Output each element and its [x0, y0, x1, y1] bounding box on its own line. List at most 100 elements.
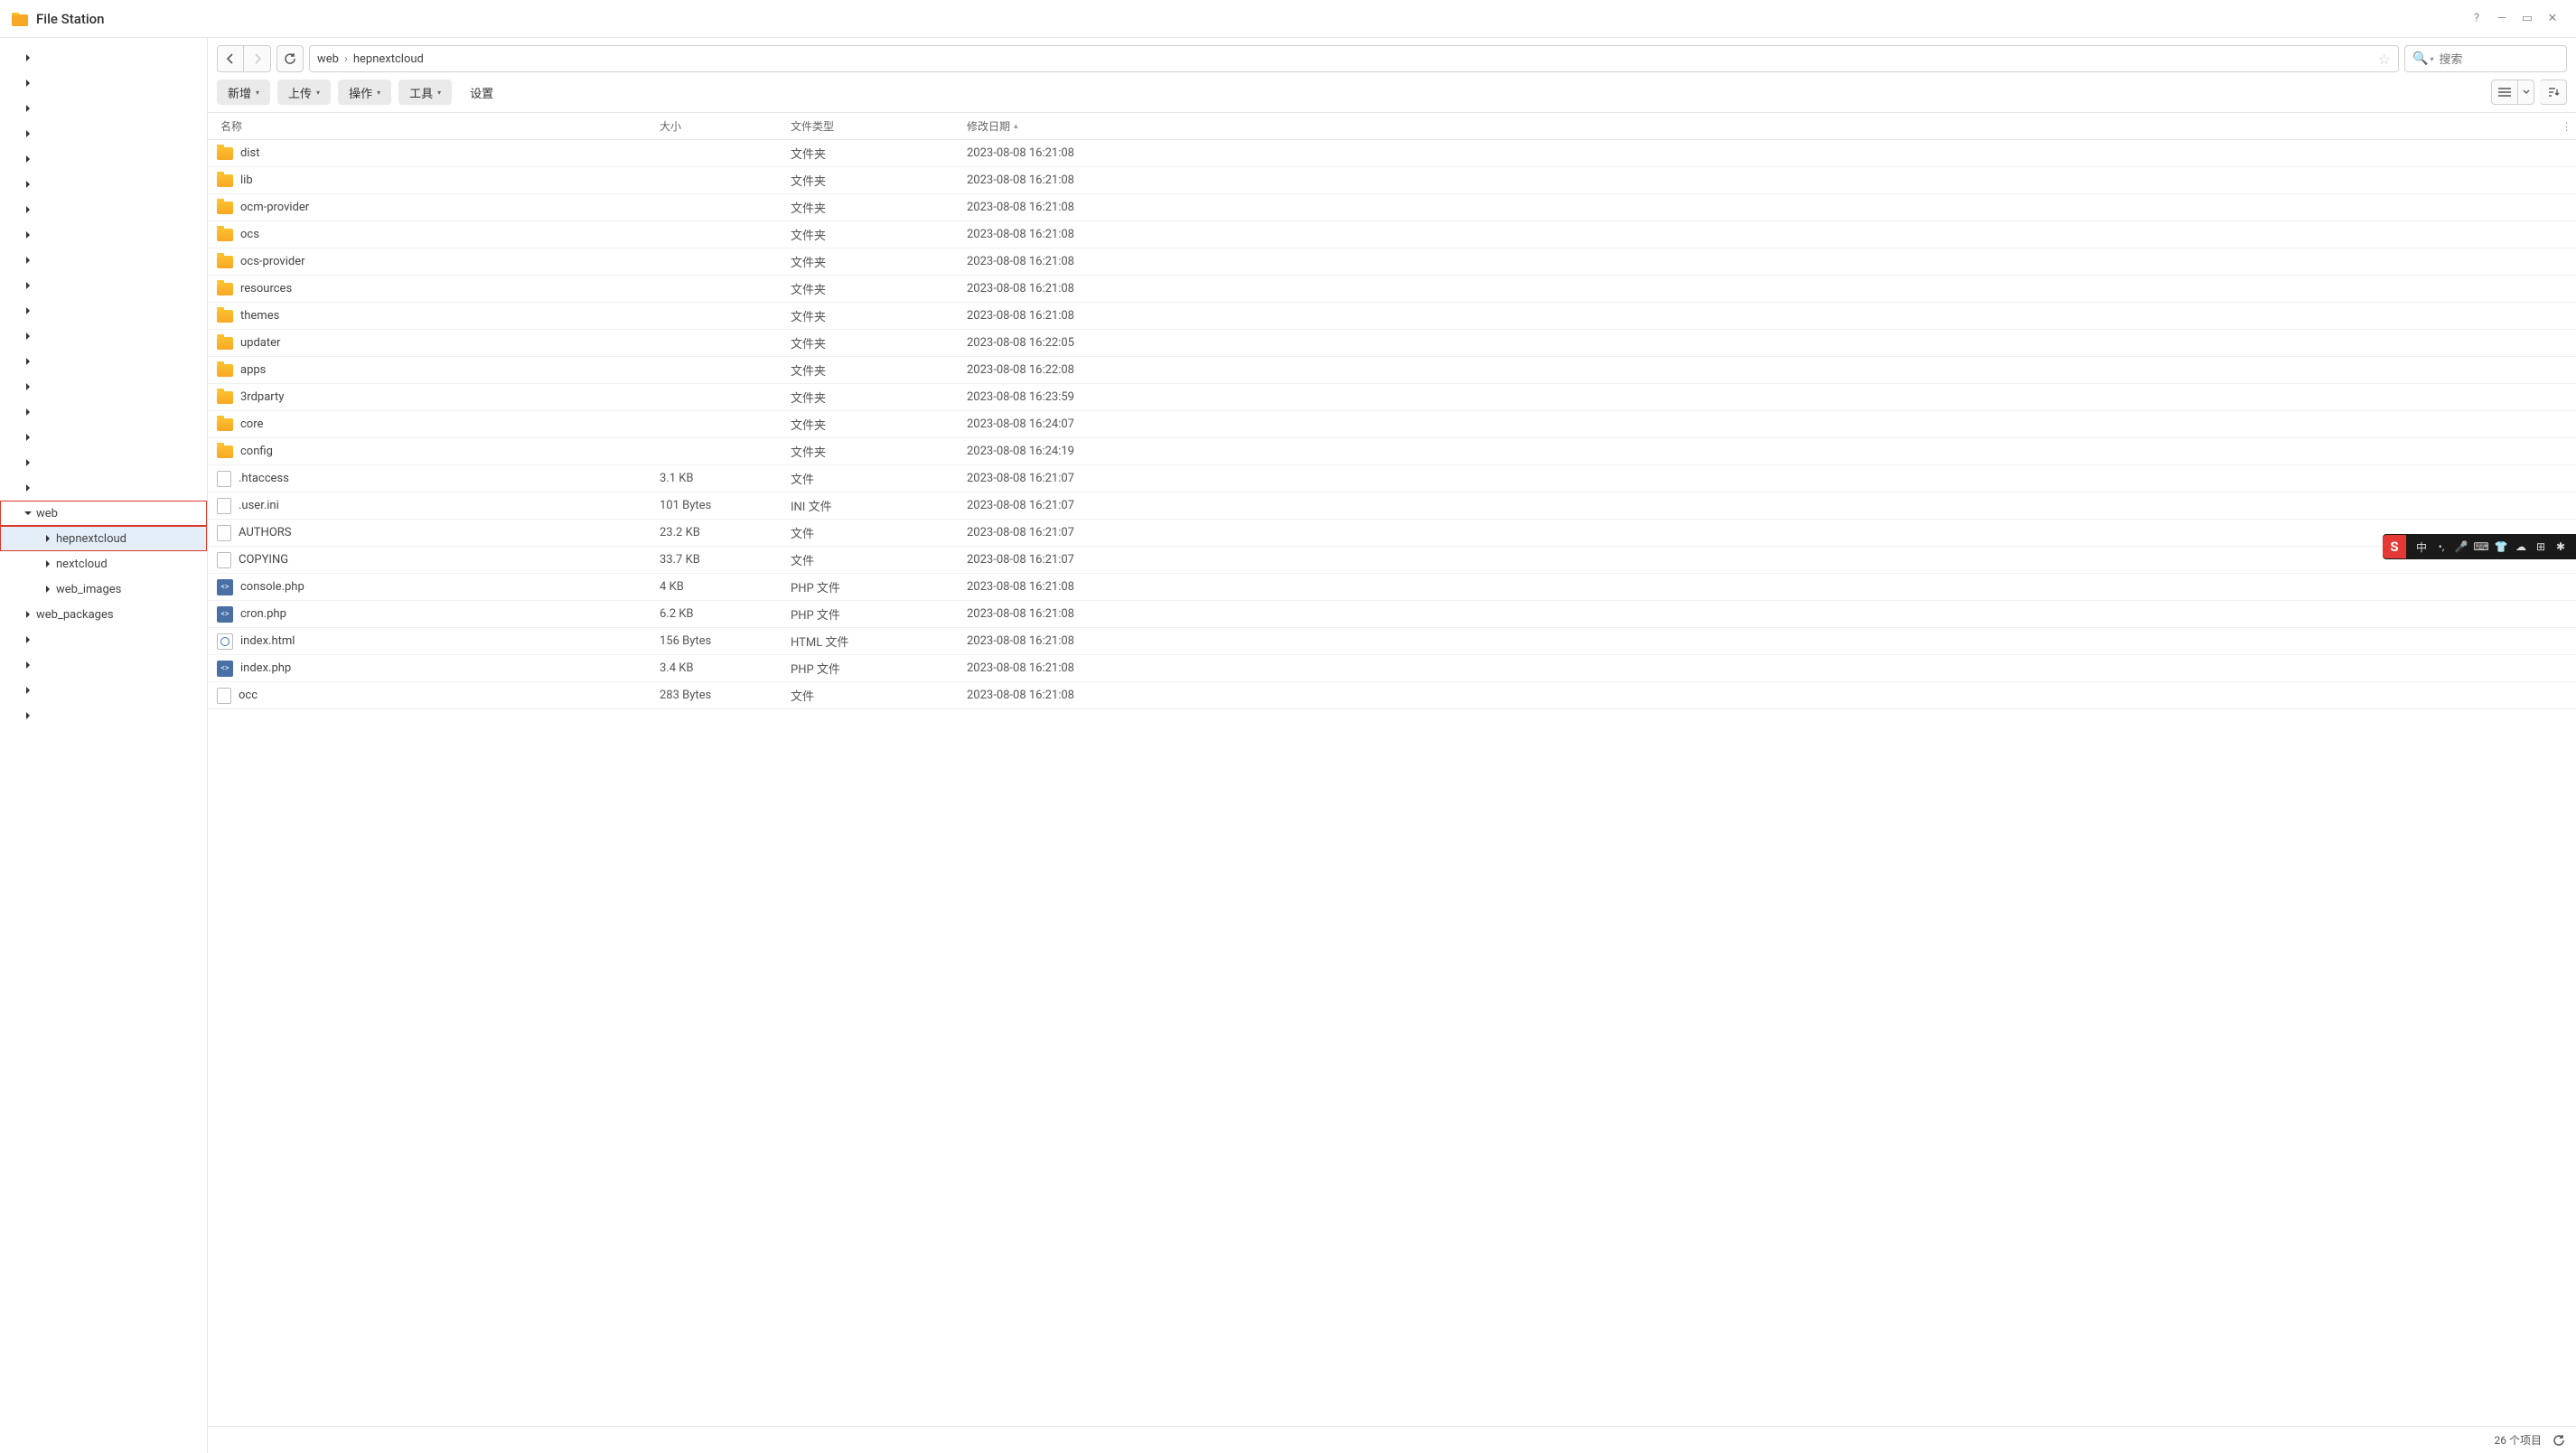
file-row[interactable]: ocm-provider文件夹2023-08-08 16:21:08	[208, 194, 2576, 221]
tree-node-placeholder[interactable]: _	[0, 121, 207, 146]
chevron-right-icon[interactable]	[22, 380, 34, 393]
ime-cloud-icon[interactable]: ☁	[2511, 540, 2531, 553]
column-header-name[interactable]: 名称	[217, 118, 660, 134]
upload-button[interactable]: 上传▾	[277, 80, 331, 105]
file-row[interactable]: config文件夹2023-08-08 16:24:19	[208, 438, 2576, 465]
search-dropdown-icon[interactable]: ▾	[2430, 55, 2433, 63]
tree-node-placeholder[interactable]: _	[0, 678, 207, 703]
tree-node-placeholder[interactable]: _	[0, 703, 207, 728]
breadcrumb-bar[interactable]: web › hepnextcloud ☆	[309, 45, 2399, 72]
file-row[interactable]: COPYING33.7 KB文件2023-08-08 16:21:07	[208, 547, 2576, 574]
view-dropdown-icon[interactable]	[2518, 80, 2534, 105]
chevron-right-icon[interactable]	[22, 330, 34, 342]
tree-node-placeholder[interactable]: _	[0, 652, 207, 678]
sogou-icon[interactable]: S	[2383, 535, 2406, 558]
file-row[interactable]: <>index.php3.4 KBPHP 文件2023-08-08 16:21:…	[208, 655, 2576, 682]
file-row[interactable]: themes文件夹2023-08-08 16:21:08	[208, 303, 2576, 330]
tree-node-placeholder[interactable]: _	[0, 399, 207, 425]
tree-node-placeholder[interactable]: _	[0, 197, 207, 222]
chevron-right-icon[interactable]	[22, 406, 34, 418]
close-button[interactable]: ✕	[2540, 6, 2565, 32]
chevron-right-icon[interactable]	[22, 355, 34, 368]
ime-punct-icon[interactable]: •,	[2431, 540, 2451, 553]
favorite-star-icon[interactable]: ☆	[2378, 51, 2391, 68]
column-header-date[interactable]: 修改日期▴	[967, 118, 2558, 134]
chevron-right-icon[interactable]	[22, 709, 34, 722]
nav-forward-button[interactable]	[244, 45, 271, 72]
chevron-right-icon[interactable]	[42, 583, 54, 595]
tree-node[interactable]: nextcloud	[0, 551, 207, 577]
chevron-right-icon[interactable]	[22, 659, 34, 671]
file-row[interactable]: 3rdparty文件夹2023-08-08 16:23:59	[208, 384, 2576, 411]
tree-node-placeholder[interactable]: _	[0, 222, 207, 248]
chevron-right-icon[interactable]	[22, 633, 34, 646]
view-mode-toggle[interactable]	[2491, 80, 2534, 105]
file-row[interactable]: <>console.php4 KBPHP 文件2023-08-08 16:21:…	[208, 574, 2576, 601]
chevron-right-icon[interactable]	[22, 482, 34, 494]
settings-button[interactable]: 设置	[459, 80, 504, 105]
file-row[interactable]: AUTHORS23.2 KB文件2023-08-08 16:21:07	[208, 520, 2576, 547]
file-list[interactable]: dist文件夹2023-08-08 16:21:08lib文件夹2023-08-…	[208, 140, 2576, 1426]
chevron-right-icon[interactable]	[22, 203, 34, 216]
file-row[interactable]: core文件夹2023-08-08 16:24:07	[208, 411, 2576, 438]
chevron-right-icon[interactable]	[22, 684, 34, 697]
file-row[interactable]: resources文件夹2023-08-08 16:21:08	[208, 276, 2576, 303]
tree-node-placeholder[interactable]: _	[0, 96, 207, 121]
tree-node-placeholder[interactable]: _	[0, 323, 207, 349]
chevron-right-icon[interactable]	[22, 431, 34, 444]
list-view-icon[interactable]	[2491, 80, 2518, 105]
chevron-right-icon[interactable]	[22, 254, 34, 267]
file-row[interactable]: lib文件夹2023-08-08 16:21:08	[208, 167, 2576, 194]
file-list-header[interactable]: 名称 大小 文件类型 修改日期▴ ⋮	[208, 113, 2576, 140]
folder-tree[interactable]: __________________webhepnextcloudnextclo…	[0, 38, 208, 1453]
chevron-right-icon[interactable]	[22, 229, 34, 241]
tree-node[interactable]: web_packages	[0, 602, 207, 627]
column-header-type[interactable]: 文件类型	[791, 118, 967, 134]
chevron-right-icon[interactable]	[22, 608, 34, 621]
search-input[interactable]	[2439, 52, 2576, 66]
file-row[interactable]: ocs-provider文件夹2023-08-08 16:21:08	[208, 248, 2576, 276]
file-row[interactable]: <>cron.php6.2 KBPHP 文件2023-08-08 16:21:0…	[208, 601, 2576, 628]
column-menu-icon[interactable]: ⋮	[2558, 120, 2576, 133]
ime-mic-icon[interactable]: 🎤	[2451, 540, 2471, 553]
file-row[interactable]: index.html156 BytesHTML 文件2023-08-08 16:…	[208, 628, 2576, 655]
file-row[interactable]: updater文件夹2023-08-08 16:22:05	[208, 330, 2576, 357]
ime-skin-icon[interactable]: 👕	[2491, 540, 2511, 553]
new-button[interactable]: 新增▾	[217, 80, 270, 105]
tree-node-placeholder[interactable]: _	[0, 146, 207, 172]
tree-node-placeholder[interactable]: _	[0, 172, 207, 197]
tools-button[interactable]: 工具▾	[398, 80, 452, 105]
file-row[interactable]: occ283 Bytes文件2023-08-08 16:21:08	[208, 682, 2576, 709]
ime-keyboard-icon[interactable]: ⌨	[2471, 540, 2491, 553]
ime-lang[interactable]: 中	[2412, 539, 2431, 555]
chevron-right-icon[interactable]	[42, 532, 54, 545]
nav-back-button[interactable]	[217, 45, 244, 72]
tree-node[interactable]: web	[0, 501, 207, 526]
breadcrumb-part[interactable]: hepnextcloud	[353, 52, 424, 66]
tree-node-placeholder[interactable]: _	[0, 349, 207, 374]
tree-node-placeholder[interactable]: _	[0, 374, 207, 399]
chevron-right-icon[interactable]	[22, 52, 34, 64]
sort-button[interactable]	[2540, 80, 2567, 105]
chevron-right-icon[interactable]	[22, 77, 34, 89]
maximize-button[interactable]: ▭	[2515, 6, 2540, 32]
tree-node-placeholder[interactable]: _	[0, 70, 207, 96]
chevron-right-icon[interactable]	[22, 456, 34, 469]
search-box[interactable]: 🔍 ▾	[2404, 45, 2567, 72]
chevron-right-icon[interactable]	[22, 305, 34, 317]
chevron-down-icon[interactable]	[22, 507, 34, 520]
help-button[interactable]: ?	[2464, 6, 2489, 32]
tree-node-placeholder[interactable]: _	[0, 248, 207, 273]
ime-toolbar[interactable]: S 中 •, 🎤 ⌨ 👕 ☁ ⊞ ✱	[2383, 534, 2576, 559]
column-header-size[interactable]: 大小	[660, 118, 791, 134]
tree-node[interactable]: hepnextcloud	[0, 526, 207, 551]
tree-node-placeholder[interactable]: _	[0, 45, 207, 70]
chevron-right-icon[interactable]	[22, 127, 34, 140]
file-row[interactable]: .htaccess3.1 KB文件2023-08-08 16:21:07	[208, 465, 2576, 492]
tree-node-placeholder[interactable]: _	[0, 475, 207, 501]
tree-node[interactable]: web_images	[0, 577, 207, 602]
file-row[interactable]: .user.ini101 BytesINI 文件2023-08-08 16:21…	[208, 492, 2576, 520]
tree-node-placeholder[interactable]: _	[0, 425, 207, 450]
file-row[interactable]: ocs文件夹2023-08-08 16:21:08	[208, 221, 2576, 248]
tree-node-placeholder[interactable]: _	[0, 627, 207, 652]
